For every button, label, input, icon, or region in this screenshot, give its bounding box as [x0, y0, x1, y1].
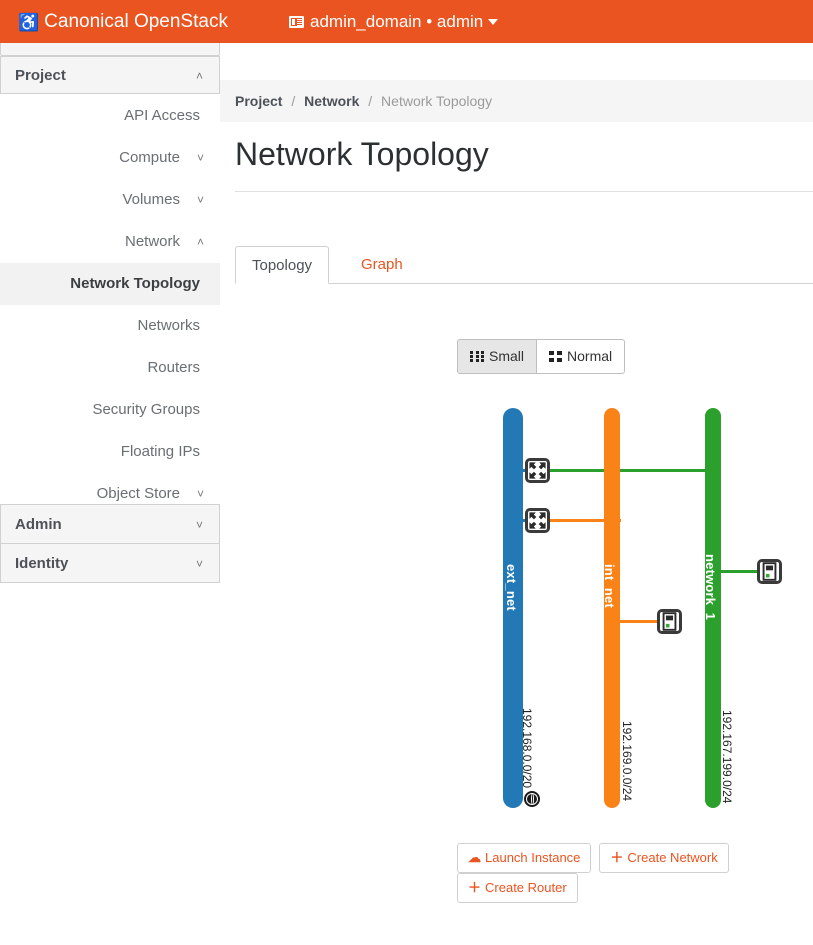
- plus-icon: ＋: [468, 880, 482, 895]
- context-switcher[interactable]: admin_domain • admin: [289, 0, 499, 43]
- globe-icon: [524, 791, 540, 807]
- create-router-button[interactable]: ＋ Create Router: [457, 873, 578, 903]
- sidebar-section-identity-label: Identity: [15, 555, 69, 572]
- sidebar-item-label: Floating IPs: [120, 443, 200, 460]
- top-navbar: ♿ Canonical OpenStack admin_domain • admi…: [0, 0, 813, 43]
- sidebar-item-label: Network Topology: [70, 275, 200, 292]
- topology-network-int-net-label: int_net: [602, 564, 617, 609]
- breadcrumb-item-network[interactable]: Network: [304, 93, 359, 109]
- sidebar-item-label: Compute: [119, 149, 180, 166]
- topology-router-node-1[interactable]: [525, 458, 550, 483]
- tab-topology[interactable]: Topology: [235, 246, 330, 284]
- sidebar-panel-stub: [0, 43, 220, 56]
- context-switcher-label: admin_domain • admin: [310, 12, 484, 31]
- topology-network-ext-net-label: ext_net: [504, 564, 519, 611]
- breadcrumb-item-current: Network Topology: [381, 93, 493, 109]
- router-icon: [529, 512, 546, 529]
- breadcrumb-item-project[interactable]: Project: [235, 93, 282, 109]
- sidebar-item-volumes[interactable]: Volumes ˅: [0, 179, 220, 221]
- sidebar-section-identity[interactable]: Identity ˅: [0, 543, 220, 583]
- network-topology-diagram: ext_net int_net network_1 192.168.0.0/20…: [457, 388, 813, 828]
- sidebar-item-network[interactable]: Network ˄: [0, 221, 220, 263]
- sidebar-item-label: Volumes: [122, 191, 180, 208]
- launch-instance-button[interactable]: ☁ Launch Instance: [457, 843, 592, 873]
- server-instance-icon: [662, 612, 677, 631]
- sidebar-item-label: Networks: [137, 317, 200, 334]
- sidebar-section-project[interactable]: Project ˄: [0, 56, 220, 94]
- grid-small-icon: [470, 351, 484, 362]
- topology-instance-node-int-net[interactable]: [657, 609, 682, 634]
- breadcrumb-separator: /: [368, 93, 373, 109]
- sidebar-section-admin-label: Admin: [15, 516, 62, 533]
- topology-router-node-2[interactable]: [525, 508, 550, 533]
- action-button-bar: ☁ Launch Instance ＋ Create Network ＋ Create…: [457, 843, 813, 903]
- chevron-up-icon: ˄: [196, 235, 204, 249]
- size-toggle-normal-button[interactable]: Normal: [537, 339, 626, 374]
- sidebar-section-project-label: Project: [15, 67, 66, 84]
- chevron-down-icon: ˅: [196, 193, 204, 207]
- brand-label: Canonical OpenStack: [44, 11, 228, 32]
- cloud-upload-icon: ☁: [468, 850, 481, 865]
- size-toggle-normal-label: Normal: [567, 348, 613, 364]
- tab-topology-label: Topology: [252, 257, 313, 274]
- tab-graph-label: Graph: [361, 256, 403, 273]
- sidebar-item-networks[interactable]: Networks: [0, 305, 220, 347]
- topology-edge-router-1-network-1: [549, 469, 713, 472]
- topology-network-ext-net-cidr: 192.168.0.0/20: [520, 708, 534, 789]
- breadcrumb: Project / Network / Network Topology: [220, 80, 813, 122]
- openstack-logo-icon: ♿: [18, 13, 40, 32]
- sidebar-item-api-access[interactable]: API Access: [0, 95, 220, 137]
- sidebar-item-label: API Access: [124, 107, 200, 124]
- launch-instance-label: Launch Instance: [485, 850, 581, 865]
- sidebar-item-security-groups[interactable]: Security Groups: [0, 389, 220, 431]
- sidebar-item-label: Network: [124, 233, 180, 250]
- server-instance-icon: [762, 562, 777, 581]
- sidebar: Project ˄ API Access Compute ˅ Volumes ˅…: [0, 43, 220, 945]
- caret-down-icon: [488, 19, 499, 25]
- plus-icon: ＋: [610, 850, 624, 865]
- grid-normal-icon: [549, 351, 563, 362]
- page-title: Network Topology: [235, 136, 489, 172]
- topology-network-int-net-cidr: 192.169.0.0/24: [620, 721, 634, 802]
- router-icon: [529, 462, 546, 479]
- tab-graph[interactable]: Graph: [345, 246, 419, 284]
- main-content: Project / Network / Network Topology Net…: [220, 43, 813, 945]
- size-toggle-small-label: Small: [489, 348, 525, 364]
- sidebar-item-label: Routers: [147, 359, 200, 376]
- sidebar-item-compute[interactable]: Compute ˅: [0, 137, 220, 179]
- size-toggle-group: Small Normal: [457, 339, 626, 374]
- sidebar-item-floating-ips[interactable]: Floating IPs: [0, 431, 220, 473]
- create-network-button[interactable]: ＋ Create Network: [599, 843, 729, 873]
- topology-instance-node-network-1[interactable]: [757, 559, 782, 584]
- domain-list-icon: [289, 16, 304, 28]
- sidebar-item-network-topology[interactable]: Network Topology: [0, 263, 220, 305]
- chevron-down-icon: ˅: [196, 151, 204, 165]
- size-toggle-small-button[interactable]: Small: [457, 339, 538, 374]
- sidebar-section-admin[interactable]: Admin ˅: [0, 504, 220, 544]
- topology-network-network-1-label: network_1: [703, 554, 718, 621]
- sidebar-item-label: Object Store: [96, 485, 180, 502]
- create-router-label: Create Router: [485, 880, 567, 895]
- chevron-down-icon: ˅: [195, 557, 203, 571]
- sidebar-item-routers[interactable]: Routers: [0, 347, 220, 389]
- breadcrumb-separator: /: [291, 93, 296, 109]
- tab-bar: Topology Graph: [235, 246, 813, 284]
- create-network-label: Create Network: [627, 850, 718, 865]
- sidebar-item-label: Security Groups: [92, 401, 200, 418]
- chevron-up-icon: ˄: [195, 69, 203, 83]
- topology-network-network-1-cidr: 192.167.199.0/24: [720, 710, 734, 804]
- title-divider: [235, 191, 813, 192]
- brand-logo[interactable]: ♿ Canonical OpenStack: [18, 0, 228, 43]
- chevron-down-icon: ˅: [195, 518, 203, 532]
